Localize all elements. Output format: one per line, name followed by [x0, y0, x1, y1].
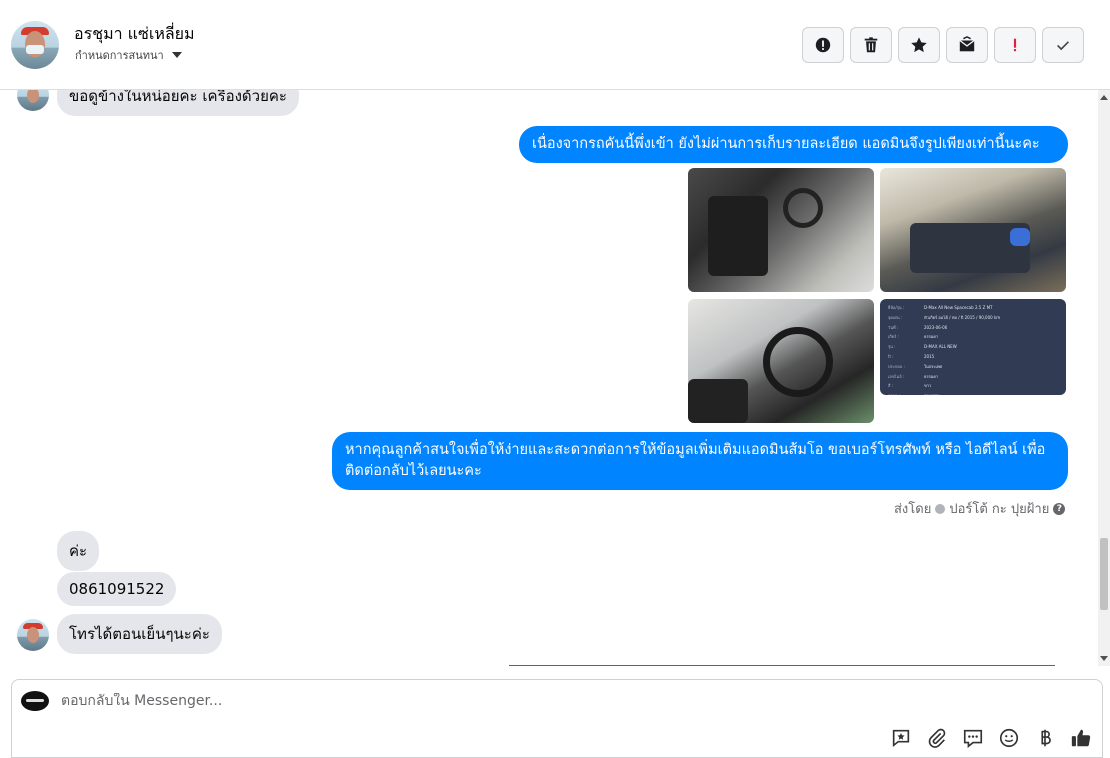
page-logo-icon	[21, 691, 49, 711]
spec-value: ในประเทศ	[924, 363, 943, 369]
spec-value: ธรรมดา	[924, 334, 939, 340]
contact-avatar-small[interactable]	[17, 90, 49, 111]
trash-icon	[864, 37, 878, 53]
spec-value: กรุงเทพฯ	[924, 391, 939, 395]
contact-name[interactable]: อรชุมา แซ่เหลี่ยม	[74, 22, 195, 47]
spec-row: เกียร์ : ธรรมดา	[888, 332, 1058, 342]
outgoing-message: หากคุณลูกค้าสนใจเพื่อให้ง่ายและสะดวกต่อก…	[332, 432, 1068, 490]
spec-row: ปี : 2015	[888, 352, 1058, 362]
spec-value: 2023-06-06	[924, 324, 948, 330]
baht-icon	[1041, 729, 1051, 747]
follow-up-button[interactable]	[994, 27, 1036, 63]
incoming-message: โทรได้ตอนเย็นๆนะค่ะ	[57, 614, 222, 654]
mark-done-button[interactable]	[1042, 27, 1084, 63]
composer-tools	[890, 727, 1092, 749]
assign-conversation-dropdown[interactable]: กำหนดการสนทนา	[75, 46, 182, 64]
spec-row: วันที่ : 2023-06-06	[888, 323, 1058, 333]
dashboard-photo[interactable]	[688, 299, 874, 423]
scroll-up-arrow-icon[interactable]	[1100, 95, 1108, 100]
contact-avatar-small[interactable]	[17, 619, 49, 651]
contact-avatar[interactable]	[11, 21, 59, 69]
spec-row: ยี่ห้อ/รุ่น : D-Max All New Spacecab 2.5 …	[888, 303, 1058, 313]
thumbs-up-icon	[1071, 729, 1091, 747]
incoming-message: ค่ะ	[57, 531, 100, 571]
spec-row: จุดเด่น : หัวเกียร์ ออโต้ / ท่อ / ปี 2015…	[888, 313, 1058, 323]
sent-by-prefix: ส่งโดย	[894, 502, 932, 517]
mark-unread-button[interactable]	[946, 27, 988, 63]
reply-input[interactable]	[61, 693, 861, 709]
link-preview-card[interactable]	[509, 665, 1055, 666]
saved-reply-button[interactable]	[890, 727, 912, 749]
scroll-thumb[interactable]	[1100, 538, 1108, 610]
spec-row: ประกอบ : ในประเทศ	[888, 362, 1058, 372]
conversation-header: อรชุมา แซ่เหลี่ยม กำหนดการสนทนา	[0, 0, 1110, 90]
spec-row: รุ่น : D-MAX ALL NEW	[888, 342, 1058, 352]
spec-row: สาขา : กรุงเทพฯ	[888, 391, 1058, 395]
emoji-button[interactable]	[998, 727, 1020, 749]
delete-button[interactable]	[850, 27, 892, 63]
spec-value: ขาว	[924, 383, 932, 389]
alert-circle-icon	[815, 37, 831, 53]
spec-row: สี : ขาว	[888, 381, 1058, 391]
incoming-message: ขอดูข้างในหน่อยคะ เครื่องด้วยคะ	[57, 90, 299, 116]
star-button[interactable]	[898, 27, 940, 63]
help-icon[interactable]: ?	[1053, 502, 1066, 515]
spec-key: ยี่ห้อ/รุ่น :	[888, 305, 905, 310]
spec-key: เกียร์ :	[888, 334, 899, 340]
star-icon	[911, 37, 927, 53]
exclamation-icon	[1013, 38, 1017, 52]
spec-key: จุดเด่น :	[888, 314, 903, 320]
emoji-icon	[999, 728, 1019, 748]
spec-key: สาขา :	[888, 391, 914, 395]
spec-list: ยี่ห้อ/รุ่น : D-Max All New Spacecab 2.5 …	[888, 303, 1058, 395]
spec-value: D-MAX ALL NEW	[924, 344, 957, 350]
spec-sheet-image[interactable]: ยี่ห้อ/รุ่น : D-Max All New Spacecab 2.5 …	[880, 299, 1066, 395]
chat-bubble-icon	[963, 729, 983, 748]
spec-value: 2015	[924, 353, 935, 359]
mark-spam-button[interactable]	[802, 27, 844, 63]
spec-key: ประกอบ :	[888, 363, 905, 369]
incoming-message: 0861091522	[57, 572, 177, 606]
header-actions	[802, 27, 1084, 63]
spec-value: หัวเกียร์ ออโต้ / ท่อ / ปี 2015 / 90,000…	[924, 314, 1001, 320]
engine-bay-photo[interactable]	[880, 168, 1066, 292]
chevron-down-icon	[171, 52, 182, 58]
check-icon	[1057, 41, 1069, 51]
thread-scrollbar[interactable]	[1098, 90, 1110, 666]
mark-unread-icon	[959, 36, 975, 52]
message-thread[interactable]: ขอดูข้างในหน่อยคะ เครื่องด้วยคะ เนื่องจา…	[0, 90, 1098, 666]
sent-by-info: ส่งโดย ปอร์โต้ กะ ปุยฝ้าย ?	[894, 498, 1066, 519]
spec-key: วันที่ :	[888, 324, 899, 330]
attachment-icon	[928, 728, 946, 748]
sent-by-name[interactable]: ปอร์โต้ กะ ปุยฝ้าย	[949, 498, 1049, 519]
spec-row: เลขไมล์ : ธรรมดา	[888, 372, 1058, 382]
spec-key: สี :	[888, 383, 894, 389]
quick-reply-button[interactable]	[962, 727, 984, 749]
spec-key: เลขไมล์ :	[888, 373, 905, 379]
spec-value: ธรรมดา	[924, 373, 939, 379]
spec-key: รุ่น :	[888, 344, 896, 350]
outgoing-message: เนื่องจากรถคันนี้พึ่งเข้า ยังไม่ผ่านการเ…	[519, 126, 1068, 163]
spec-value: D-Max All New Spacecab 2.5 Z MT	[924, 305, 993, 310]
scroll-down-arrow-icon[interactable]	[1100, 656, 1108, 661]
saved-reply-icon	[892, 729, 910, 748]
spec-key: ปี :	[888, 353, 894, 359]
assign-label: กำหนดการสนทนา	[75, 49, 164, 62]
page-icon	[935, 503, 946, 514]
attach-button[interactable]	[926, 727, 948, 749]
reply-composer	[11, 679, 1103, 758]
car-interior-photo[interactable]	[688, 168, 874, 292]
payment-button[interactable]	[1034, 727, 1056, 749]
like-button[interactable]	[1070, 727, 1092, 749]
